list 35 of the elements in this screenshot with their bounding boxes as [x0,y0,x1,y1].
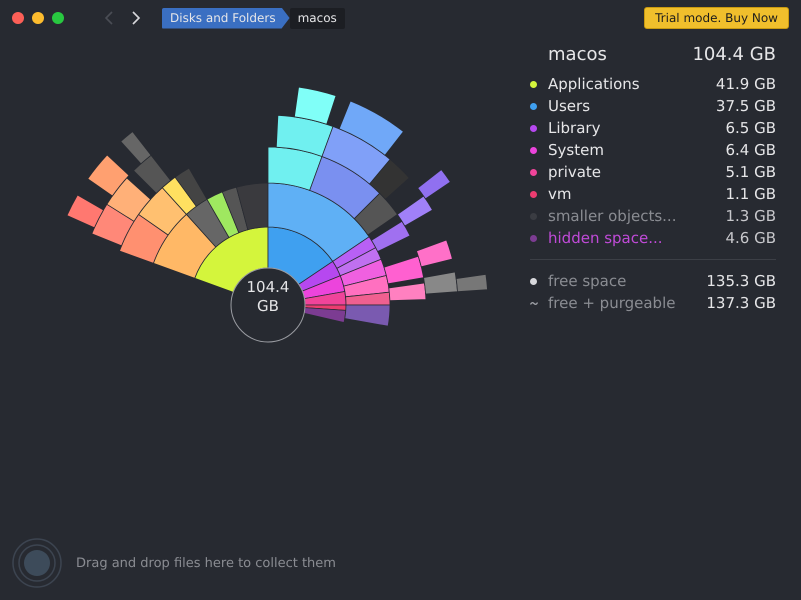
breadcrumb[interactable]: Disks and Folders [162,8,290,28]
item-label[interactable]: System [548,141,726,159]
item-label[interactable]: private [548,163,726,181]
breadcrumb[interactable]: macos [290,8,345,28]
item-size: 41.9 GB [716,75,776,93]
chevron-right-icon [132,11,141,25]
free-size: 135.3 GB [706,272,776,290]
item-size: 6.4 GB [725,141,776,159]
free-label: free + purgeable [548,294,676,312]
free-label: free space [548,272,628,290]
center-circle[interactable] [230,268,306,342]
buy-button[interactable]: Trial mode. Buy Now [644,7,789,29]
zoom-button[interactable] [52,12,64,24]
item-label[interactable]: Users [548,97,716,115]
chevron-left-icon [105,11,114,25]
item-label[interactable]: smaller objects... [548,207,726,225]
folder-name: macos [548,44,607,65]
item-label[interactable]: Library [548,119,726,137]
drop-hint: Drag and drop files here to collect them [76,556,336,570]
item-size: 5.1 GB [725,163,776,181]
item-size: 4.6 GB [725,229,776,247]
total-size-label: 104.4 GB [246,278,290,316]
item-label[interactable]: Applications [548,75,716,93]
tilde-icon [530,300,538,306]
item-size: 37.5 GB [716,97,776,115]
folder-size: 104.4 GB [692,44,776,65]
item-size: 6.5 GB [725,119,776,137]
item-label[interactable]: vm [548,185,726,203]
item-size: 1.1 GB [725,185,776,203]
minimize-button[interactable] [32,12,44,24]
dot-icon [530,278,537,284]
free-size: 137.3 GB [706,294,776,312]
close-button[interactable] [12,12,24,24]
item-size: 1.3 GB [725,207,776,225]
item-label[interactable]: hidden space... [548,229,726,247]
